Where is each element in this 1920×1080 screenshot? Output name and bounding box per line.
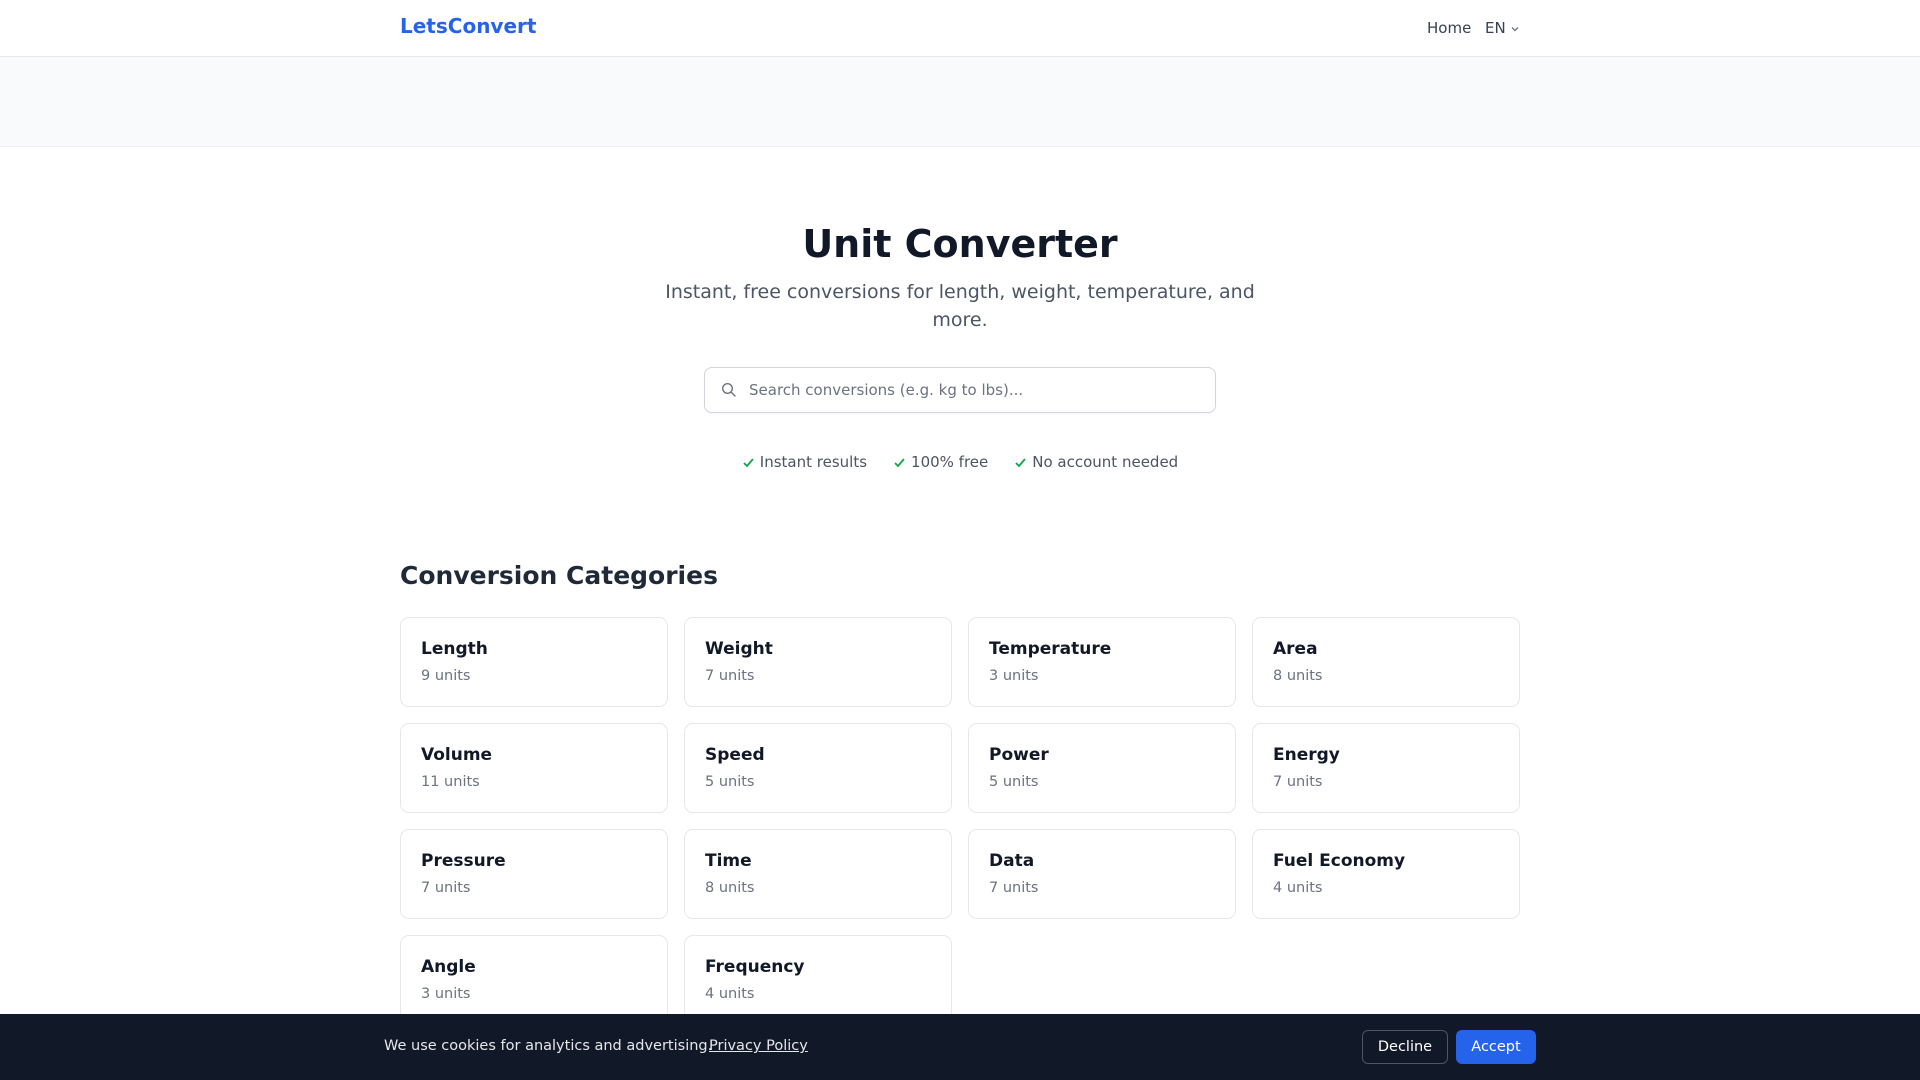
category-card-length[interactable]: Length 9 units <box>400 617 668 707</box>
feature-label: Instant results <box>759 453 868 471</box>
category-units: 9 units <box>421 668 471 684</box>
category-card-frequency[interactable]: Frequency 4 units <box>684 935 952 1025</box>
category-name: Temperature <box>989 639 1112 659</box>
category-units: 8 units <box>705 880 755 896</box>
category-units: 3 units <box>421 986 471 1002</box>
feature-label: 100% free <box>911 453 989 471</box>
feature-item: 100% free <box>893 453 988 471</box>
category-name: Data <box>989 851 1035 871</box>
category-name: Length <box>421 639 488 659</box>
search-icon <box>721 382 736 397</box>
nav-home-link[interactable]: Home <box>1427 19 1471 37</box>
ad-banner-area <box>0 57 1920 147</box>
category-units: 3 units <box>989 668 1039 684</box>
category-name: Pressure <box>421 851 506 871</box>
category-units: 7 units <box>421 880 471 896</box>
category-units: 4 units <box>705 986 755 1002</box>
cookie-message: We use cookies for analytics and adverti… <box>384 1038 713 1054</box>
category-card-area[interactable]: Area 8 units <box>1252 617 1520 707</box>
category-units: 11 units <box>421 774 480 790</box>
category-card-speed[interactable]: Speed 5 units <box>684 723 952 813</box>
category-name: Energy <box>1273 745 1340 765</box>
cookie-banner: We use cookies for analytics and adverti… <box>0 1014 1920 1080</box>
category-units: 8 units <box>1273 668 1323 684</box>
category-card-temperature[interactable]: Temperature 3 units <box>968 617 1236 707</box>
feature-label: No account needed <box>1032 453 1179 471</box>
decline-button[interactable]: Decline <box>1362 1030 1448 1064</box>
category-units: 7 units <box>1273 774 1323 790</box>
category-card-power[interactable]: Power 5 units <box>968 723 1236 813</box>
category-name: Time <box>705 851 752 871</box>
page-subtitle: Instant, free conversions for length, we… <box>665 281 1255 331</box>
feature-item: Instant results <box>742 453 867 471</box>
category-units: 5 units <box>989 774 1039 790</box>
feature-list: Instant results 100% free No account nee… <box>0 453 1920 471</box>
category-card-weight[interactable]: Weight 7 units <box>684 617 952 707</box>
category-card-angle[interactable]: Angle 3 units <box>400 935 668 1025</box>
check-icon <box>1015 457 1026 467</box>
category-card-time[interactable]: Time 8 units <box>684 829 952 919</box>
section-title: Conversion Categories <box>400 561 718 590</box>
language-selector[interactable]: EN <box>1485 19 1520 37</box>
category-card-fuel-economy[interactable]: Fuel Economy 4 units <box>1252 829 1520 919</box>
category-name: Frequency <box>705 957 805 977</box>
privacy-policy-link[interactable]: Privacy Policy <box>709 1038 808 1054</box>
check-icon <box>743 457 754 467</box>
accept-button[interactable]: Accept <box>1456 1030 1536 1064</box>
category-card-data[interactable]: Data 7 units <box>968 829 1236 919</box>
category-name: Power <box>989 745 1049 765</box>
search-input[interactable] <box>749 368 1199 412</box>
feature-item: No account needed <box>1014 453 1178 471</box>
category-units: 4 units <box>1273 880 1323 896</box>
check-icon <box>894 457 905 467</box>
category-card-energy[interactable]: Energy 7 units <box>1252 723 1520 813</box>
category-name: Angle <box>421 957 476 977</box>
category-name: Weight <box>705 639 773 659</box>
category-card-pressure[interactable]: Pressure 7 units <box>400 829 668 919</box>
category-units: 7 units <box>989 880 1039 896</box>
category-grid: Length 9 units Weight 7 units Temperature 3… <box>400 617 1521 1025</box>
category-name: Volume <box>421 745 493 765</box>
page-title: Unit Converter <box>802 222 1118 266</box>
category-name: Fuel Economy <box>1273 851 1406 871</box>
language-label: EN <box>1485 19 1506 37</box>
category-units: 7 units <box>705 668 755 684</box>
chevron-down-icon <box>1511 26 1519 31</box>
category-units: 5 units <box>705 774 755 790</box>
search-box <box>704 367 1216 413</box>
brand-logo[interactable]: LetsConvert <box>400 14 536 38</box>
category-name: Area <box>1273 639 1318 659</box>
category-name: Speed <box>705 745 765 765</box>
navbar: LetsConvert Home EN <box>0 0 1920 57</box>
category-card-volume[interactable]: Volume 11 units <box>400 723 668 813</box>
